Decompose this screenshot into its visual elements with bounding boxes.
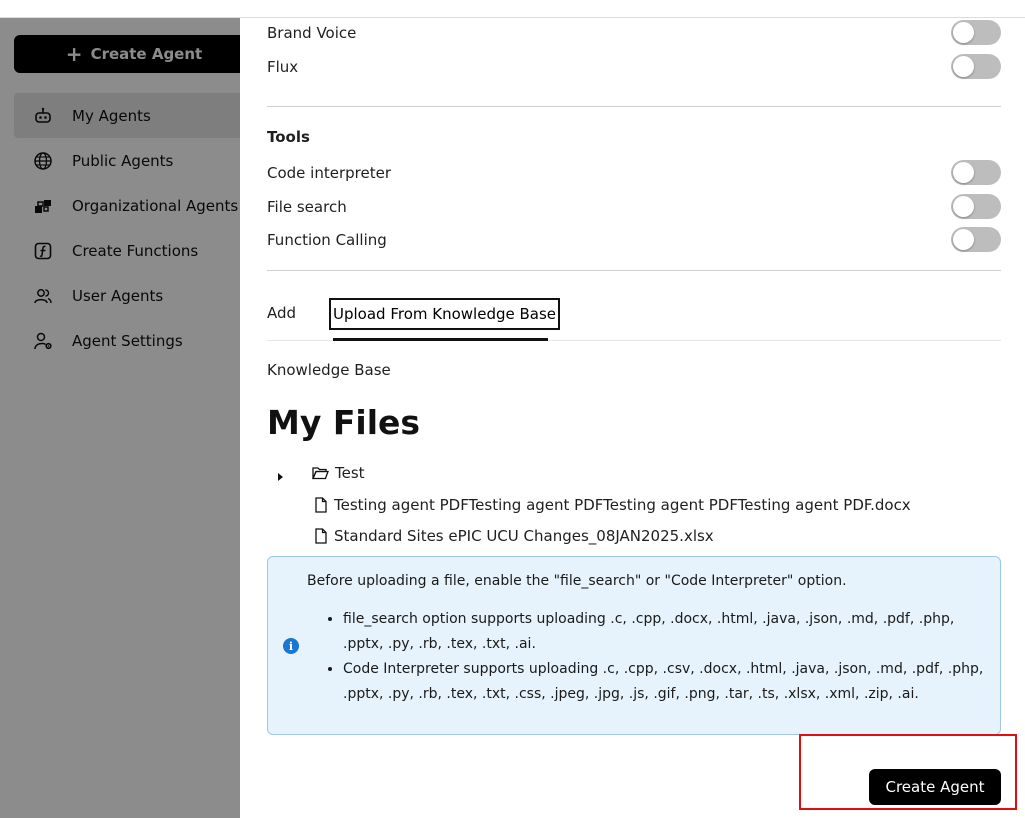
robot-icon xyxy=(32,105,54,127)
folder-item-test[interactable]: Test xyxy=(312,464,365,482)
folder-name: Test xyxy=(335,464,365,482)
brand-voice-toggle[interactable] xyxy=(951,20,1001,45)
section-divider xyxy=(267,270,1001,271)
sidebar-item-create-functions[interactable]: Create Functions xyxy=(14,228,254,273)
info-icon: i xyxy=(283,638,299,654)
agent-config-panel: Brand Voice Flux Tools Code interpreter … xyxy=(240,18,1025,818)
upload-info-alert: i Before uploading a file, enable the "f… xyxy=(267,556,1001,735)
sidebar-item-label: User Agents xyxy=(72,286,164,305)
toggle-label: File search xyxy=(267,197,347,216)
tab-upload-from-knowledge-base[interactable]: Upload From Knowledge Base xyxy=(329,298,561,330)
folder-open-icon xyxy=(312,467,329,480)
file-icon xyxy=(315,528,327,544)
file-item[interactable]: Standard Sites ePIC UCU Changes_08JAN202… xyxy=(314,527,714,545)
sidebar-create-agent-button[interactable]: + Create Agent xyxy=(14,35,254,73)
create-agent-button[interactable]: Create Agent xyxy=(869,769,1001,805)
sidebar-item-public-agents[interactable]: Public Agents xyxy=(14,138,254,183)
expand-caret-icon[interactable] xyxy=(278,473,283,481)
toggle-row-brand-voice: Brand Voice xyxy=(267,20,1001,45)
file-name: Testing agent PDFTesting agent PDFTestin… xyxy=(334,496,911,514)
sidebar-item-label: My Agents xyxy=(72,106,151,125)
toggle-label: Brand Voice xyxy=(267,23,357,42)
blocks-icon xyxy=(32,195,54,217)
upload-tabs: Add Upload From Knowledge Base xyxy=(267,298,1001,341)
user-gear-icon xyxy=(32,330,54,352)
knowledge-base-label: Knowledge Base xyxy=(267,361,391,379)
section-divider xyxy=(267,106,1001,107)
sidebar-nav: My Agents Public Agents Organizational A… xyxy=(14,93,254,363)
flux-toggle[interactable] xyxy=(951,54,1001,79)
info-intro: Before uploading a file, enable the "fil… xyxy=(307,573,847,589)
toggle-label: Code interpreter xyxy=(267,163,391,182)
function-calling-toggle[interactable] xyxy=(951,227,1001,252)
file-name: Standard Sites ePIC UCU Changes_08JAN202… xyxy=(334,527,714,545)
sidebar-item-my-agents[interactable]: My Agents xyxy=(14,93,254,138)
info-bullet: Code Interpreter supports uploading .c, … xyxy=(343,657,988,707)
file-icon xyxy=(315,497,327,513)
sidebar-item-label: Agent Settings xyxy=(72,331,183,350)
sidebar-item-organizational-agents[interactable]: Organizational Agents xyxy=(14,183,254,228)
sidebar-item-label: Create Functions xyxy=(72,241,199,260)
toggle-row-function-calling: Function Calling xyxy=(267,227,1001,252)
sidebar-item-label: Public Agents xyxy=(72,151,174,170)
function-icon xyxy=(32,240,54,262)
toggle-label: Flux xyxy=(267,57,299,76)
tab-add[interactable]: Add xyxy=(267,304,296,322)
info-bullet-list: file_search option supports uploading .c… xyxy=(323,607,988,707)
active-tab-indicator xyxy=(333,338,548,341)
toggle-row-flux: Flux xyxy=(267,54,1001,79)
create-agent-label: Create Agent xyxy=(90,45,203,63)
toggle-label: Function Calling xyxy=(267,230,387,249)
globe-icon xyxy=(32,150,54,172)
top-bar xyxy=(0,0,1025,18)
toggle-row-file-search: File search xyxy=(267,194,1001,219)
code-interpreter-toggle[interactable] xyxy=(951,160,1001,185)
sidebar-item-agent-settings[interactable]: Agent Settings xyxy=(14,318,254,363)
info-bullet: file_search option supports uploading .c… xyxy=(343,607,988,657)
my-files-heading: My Files xyxy=(267,403,421,442)
toggle-row-code-interpreter: Code interpreter xyxy=(267,160,1001,185)
sidebar-item-label: Organizational Agents xyxy=(72,196,239,215)
sidebar-item-user-agents[interactable]: User Agents xyxy=(14,273,254,318)
sidebar: + Create Agent My Agents Public Agents O… xyxy=(0,18,254,818)
file-search-toggle[interactable] xyxy=(951,194,1001,219)
users-icon xyxy=(32,285,54,307)
plus-icon: + xyxy=(65,42,83,66)
tools-heading: Tools xyxy=(267,128,310,146)
file-item[interactable]: Testing agent PDFTesting agent PDFTestin… xyxy=(314,496,911,514)
